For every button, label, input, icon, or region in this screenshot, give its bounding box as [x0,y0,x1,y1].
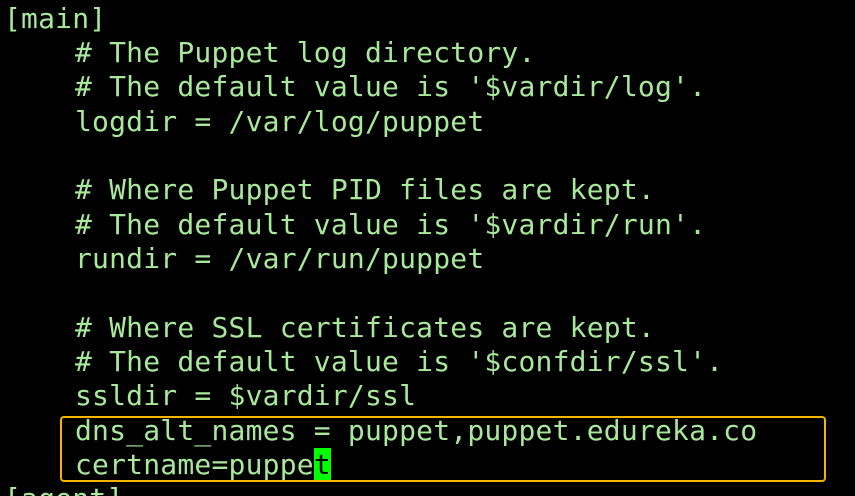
terminal-window[interactable]: [main] # The Puppet log directory. # The… [0,0,855,496]
config-line-rundir: rundir = /var/run/puppet [75,242,485,275]
comment-line: # The Puppet log directory. [75,36,536,69]
text-cursor: t [313,448,331,482]
config-line-ssldir: ssldir = $vardir/ssl [75,379,417,412]
comment-line: # Where Puppet PID files are kept. [75,173,655,206]
section-header-main: [main] [4,2,107,35]
config-line-logdir: logdir = /var/log/puppet [75,105,485,138]
comment-line: # The default value is '$confdir/ssl'. [75,345,724,378]
comment-line: # Where SSL certificates are kept. [75,311,655,344]
config-line-dns-alt-names: dns_alt_names = puppet,puppet.edureka.co [75,414,758,447]
certname-text: certname=puppe [75,448,314,481]
section-header-agent: [agent] [4,482,123,496]
comment-line: # The default value is '$vardir/log'. [75,70,707,103]
comment-line: # The default value is '$vardir/run'. [75,208,707,241]
config-line-certname: certname=puppet [75,448,331,482]
